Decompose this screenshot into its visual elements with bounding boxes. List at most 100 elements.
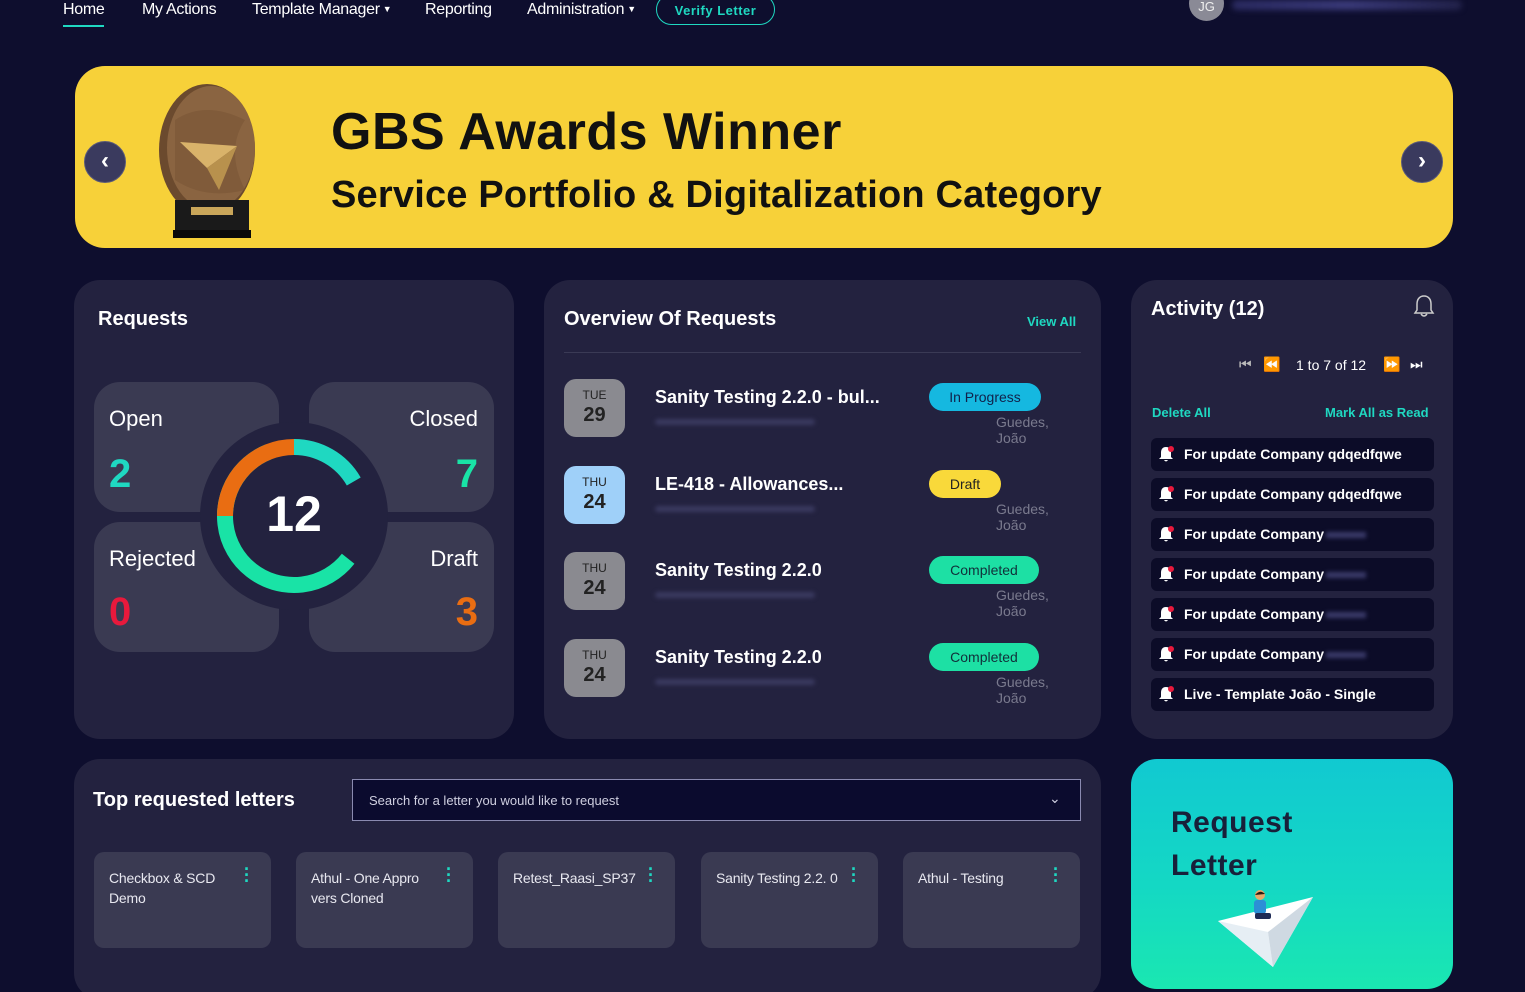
- nav-my-actions-label: My Actions: [142, 1, 217, 18]
- request-row[interactable]: TUE 29 Sanity Testing 2.2.0 - bul... In …: [564, 379, 1081, 449]
- requests-title: Requests: [98, 308, 189, 330]
- nav-reporting-label: Reporting: [425, 1, 492, 18]
- overview-card: Overview Of Requests View All TUE 29 San…: [544, 280, 1101, 739]
- date-badge: THU 24: [564, 552, 625, 610]
- letter-tile[interactable]: Checkbox & SCD Demo · · ·: [94, 852, 271, 948]
- top-letters-title: Top requested letters: [93, 789, 295, 811]
- bell-icon[interactable]: [1413, 294, 1435, 318]
- nav-home[interactable]: Home: [63, 0, 105, 27]
- date-weekday: TUE: [582, 388, 607, 402]
- letter-tile-label: Athul - Testing: [918, 870, 1004, 886]
- date-badge: TUE 29: [564, 379, 625, 437]
- rejected-label: Rejected: [109, 546, 196, 571]
- redacted-text: [1326, 532, 1367, 539]
- letter-tile-label: Athul - One Appro vers Cloned: [311, 870, 419, 906]
- more-options-icon[interactable]: · · ·: [851, 860, 857, 890]
- notification-bell-icon: [1159, 526, 1174, 542]
- notification-text: For update Company: [1184, 646, 1325, 662]
- status-badge: In Progress: [929, 383, 1041, 411]
- request-row[interactable]: THU 24 Sanity Testing 2.2.0 Completed Gu…: [564, 639, 1081, 709]
- banner-prev-button[interactable]: ‹: [84, 141, 126, 183]
- request-row[interactable]: THU 24 LE-418 - Allowances... Draft Gued…: [564, 466, 1081, 536]
- notification-item[interactable]: For update Company: [1151, 638, 1434, 671]
- rejected-count: 0: [109, 590, 132, 634]
- notification-text-wrap: For update Company: [1184, 606, 1367, 622]
- nav-template-manager[interactable]: Template Manager ▼: [252, 0, 392, 24]
- banner-subtitle: Service Portfolio & Digitalization Categ…: [331, 174, 1102, 216]
- nav-administration[interactable]: Administration ▼: [527, 0, 636, 24]
- notification-text: For update Company qdqedfqwe: [1184, 486, 1402, 502]
- username-redacted: [1232, 0, 1462, 10]
- chevron-right-icon: ›: [1418, 147, 1426, 174]
- paper-plane-icon: [1218, 890, 1313, 967]
- verify-letter-button[interactable]: Verify Letter: [656, 0, 775, 25]
- requests-card: Requests Open 2 Closed 7 Rejected 0 Draf…: [74, 280, 514, 739]
- date-badge: THU 24: [564, 466, 625, 524]
- nav-reporting[interactable]: Reporting: [425, 0, 492, 24]
- awards-banner: ‹ › GBS Awards Winner Service Portfolio …: [75, 66, 1453, 248]
- letter-tile[interactable]: Athul - Testing · · ·: [903, 852, 1080, 948]
- request-subtitle-redacted: [655, 506, 815, 512]
- date-weekday: THU: [582, 648, 607, 662]
- prev-page-icon[interactable]: ⏪: [1263, 356, 1280, 373]
- more-options-icon[interactable]: · · ·: [446, 860, 452, 890]
- letter-search-select[interactable]: Search for a letter you would like to re…: [352, 779, 1081, 821]
- notification-text-wrap: For update Company: [1184, 526, 1367, 542]
- notification-item[interactable]: For update Company qdqedfqwe: [1151, 438, 1434, 471]
- first-page-icon[interactable]: ⏮: [1239, 356, 1252, 373]
- notification-bell-icon: [1159, 446, 1174, 462]
- more-options-icon[interactable]: · · ·: [244, 860, 250, 890]
- mark-all-read-link[interactable]: Mark All as Read: [1325, 405, 1429, 420]
- open-label: Open: [109, 406, 163, 431]
- letter-tile[interactable]: Sanity Testing 2.2. 0 · · ·: [701, 852, 878, 948]
- draft-count: 3: [455, 590, 478, 634]
- request-subtitle-redacted: [655, 592, 815, 598]
- notification-text: For update Company: [1184, 606, 1325, 622]
- request-owner: Guedes, João: [996, 674, 1049, 706]
- activity-pager: ⏮ ⏪ 1 to 7 of 12 ⏩ ⏭: [1239, 356, 1429, 376]
- avatar[interactable]: JG: [1189, 0, 1224, 21]
- caret-down-icon: ▼: [627, 4, 636, 14]
- letter-tile-label: Checkbox & SCD Demo: [109, 870, 216, 906]
- request-name: Sanity Testing 2.2.0: [655, 647, 822, 667]
- notification-text: For update Company qdqedfqwe: [1184, 446, 1402, 462]
- banner-next-button[interactable]: ›: [1401, 141, 1443, 183]
- letter-tile[interactable]: Athul - One Appro vers Cloned · · ·: [296, 852, 473, 948]
- request-subtitle-redacted: [655, 419, 815, 425]
- redacted-text: [1326, 612, 1367, 619]
- notification-item[interactable]: For update Company: [1151, 598, 1434, 631]
- date-weekday: THU: [582, 475, 607, 489]
- notification-text-wrap: For update Company: [1184, 566, 1367, 582]
- letter-tile-label: Retest_Raasi_SP37: [513, 870, 636, 886]
- letter-tile-label: Sanity Testing 2.2. 0: [716, 870, 838, 886]
- nav-my-actions[interactable]: My Actions: [142, 0, 217, 24]
- activity-title: Activity (12): [1151, 298, 1265, 320]
- notification-item[interactable]: For update Company: [1151, 518, 1434, 551]
- notification-bell-icon: [1159, 606, 1174, 622]
- last-page-icon[interactable]: ⏭: [1410, 356, 1423, 373]
- notification-item[interactable]: For update Company qdqedfqwe: [1151, 478, 1434, 511]
- status-badge: Completed: [929, 643, 1039, 671]
- search-placeholder: Search for a letter you would like to re…: [369, 793, 620, 808]
- notification-item[interactable]: For update Company: [1151, 558, 1434, 591]
- request-letter-button[interactable]: Request Letter: [1131, 759, 1453, 989]
- delete-all-link[interactable]: Delete All: [1152, 405, 1211, 420]
- letter-tile[interactable]: Retest_Raasi_SP37 · · ·: [498, 852, 675, 948]
- date-day: 29: [583, 404, 606, 426]
- date-day: 24: [583, 664, 606, 686]
- request-name: LE-418 - Allowances...: [655, 474, 844, 494]
- overview-title: Overview Of Requests: [564, 308, 777, 330]
- date-weekday: THU: [582, 561, 607, 575]
- activity-card: Activity (12) ⏮ ⏪ 1 to 7 of 12 ⏩ ⏭ Delet…: [1131, 280, 1453, 739]
- notification-text: Live - Template João - Single: [1184, 686, 1376, 702]
- request-letter-line1: Request: [1171, 806, 1293, 839]
- draft-label: Draft: [430, 546, 478, 571]
- banner-title: GBS Awards Winner: [331, 103, 842, 161]
- request-row[interactable]: THU 24 Sanity Testing 2.2.0 Completed Gu…: [564, 552, 1081, 622]
- view-all-link[interactable]: View All: [1027, 314, 1076, 329]
- more-options-icon[interactable]: · · ·: [648, 860, 654, 890]
- nav-home-label: Home: [63, 1, 105, 18]
- notification-item[interactable]: Live - Template João - Single: [1151, 678, 1434, 711]
- more-options-icon[interactable]: · · ·: [1053, 860, 1059, 890]
- next-page-icon[interactable]: ⏩: [1383, 356, 1400, 373]
